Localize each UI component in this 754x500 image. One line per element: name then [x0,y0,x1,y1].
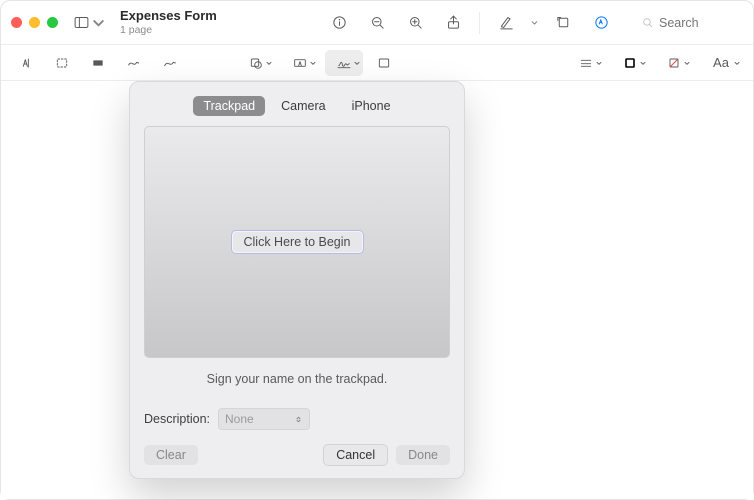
fill-square-icon [666,55,682,71]
draw-icon [162,55,178,71]
sidebar-icon [73,14,90,31]
border-square-icon [622,55,638,71]
zoom-in-icon [407,14,424,31]
border-color-tool[interactable] [611,50,649,76]
zoom-out-button[interactable] [363,10,391,36]
sketch-icon [126,55,142,71]
markup-icon [593,14,610,31]
text-cursor-icon [18,55,34,71]
zoom-out-icon [369,14,386,31]
zoom-in-button[interactable] [401,10,429,36]
close-window-button[interactable] [11,17,22,28]
chevron-down-icon [683,59,691,67]
chevron-down-icon [595,59,603,67]
window-controls [11,17,58,28]
tab-iphone[interactable]: iPhone [342,96,401,116]
zoom-window-button[interactable] [47,17,58,28]
document-title-group: Expenses Form 1 page [120,9,217,36]
share-icon [445,14,462,31]
updown-icon [294,415,303,424]
tab-trackpad[interactable]: Trackpad [193,96,265,116]
search-field[interactable] [633,13,743,33]
description-select[interactable]: None [218,408,310,430]
signature-popover: Trackpad Camera iPhone Click Here to Beg… [129,81,465,479]
text-selection-tool[interactable] [11,50,41,76]
note-icon [376,55,392,71]
minimize-window-button[interactable] [29,17,40,28]
tab-camera[interactable]: Camera [271,96,335,116]
chevron-down-icon[interactable] [530,18,539,27]
rect-selection-tool[interactable] [47,50,77,76]
markup-toolbar: Aa [1,45,753,81]
share-button[interactable] [439,10,467,36]
signature-hint: Sign your name on the trackpad. [144,372,450,386]
description-label: Description: [144,412,210,426]
redact-icon [90,55,106,71]
text-tool[interactable] [281,50,319,76]
sidebar-toggle-button[interactable] [72,10,108,36]
chevron-down-icon [309,59,317,67]
description-row: Description: None [144,408,450,430]
redact-tool[interactable] [83,50,113,76]
chevron-down-icon [353,59,361,67]
document-area: Trackpad Camera iPhone Click Here to Beg… [1,81,753,499]
font-style-tool[interactable]: Aa [699,50,743,76]
begin-signature-button[interactable]: Click Here to Begin [231,230,364,254]
titlebar-actions [325,10,615,36]
draw-tool[interactable] [155,50,185,76]
signature-icon [336,55,352,71]
signature-pad[interactable]: Click Here to Begin [144,126,450,358]
cancel-button[interactable]: Cancel [323,444,388,466]
markup-button[interactable] [587,10,615,36]
description-value: None [225,412,254,426]
document-title: Expenses Form [120,9,217,24]
done-button[interactable]: Done [396,445,450,465]
chevron-down-icon [90,14,107,31]
font-aa-icon: Aa [713,55,729,70]
selection-rect-icon [54,55,70,71]
border-lines-icon [578,55,594,71]
rotate-icon [555,14,572,31]
rotate-button[interactable] [549,10,577,36]
popover-button-row: Clear Cancel Done [144,444,450,466]
shapes-tool[interactable] [237,50,275,76]
sign-tool[interactable] [325,50,363,76]
textbox-icon [292,55,308,71]
fill-color-tool[interactable] [655,50,693,76]
highlight-button[interactable] [492,10,520,36]
signature-source-tabs: Trackpad Camera iPhone [144,96,450,116]
highlighter-icon [498,14,515,31]
search-input[interactable] [659,16,729,30]
clear-button[interactable]: Clear [144,445,198,465]
chevron-down-icon [639,59,647,67]
document-subtitle: 1 page [120,24,217,36]
shapes-icon [248,55,264,71]
chevron-down-icon [265,59,273,67]
app-window: Expenses Form 1 page [0,0,754,500]
note-tool[interactable] [369,50,399,76]
sketch-tool[interactable] [119,50,149,76]
info-icon [331,14,348,31]
search-icon [641,16,654,29]
chevron-down-icon [733,59,741,67]
border-style-tool[interactable] [567,50,605,76]
titlebar: Expenses Form 1 page [1,1,753,45]
info-button[interactable] [325,10,353,36]
toolbar-divider [479,12,480,34]
